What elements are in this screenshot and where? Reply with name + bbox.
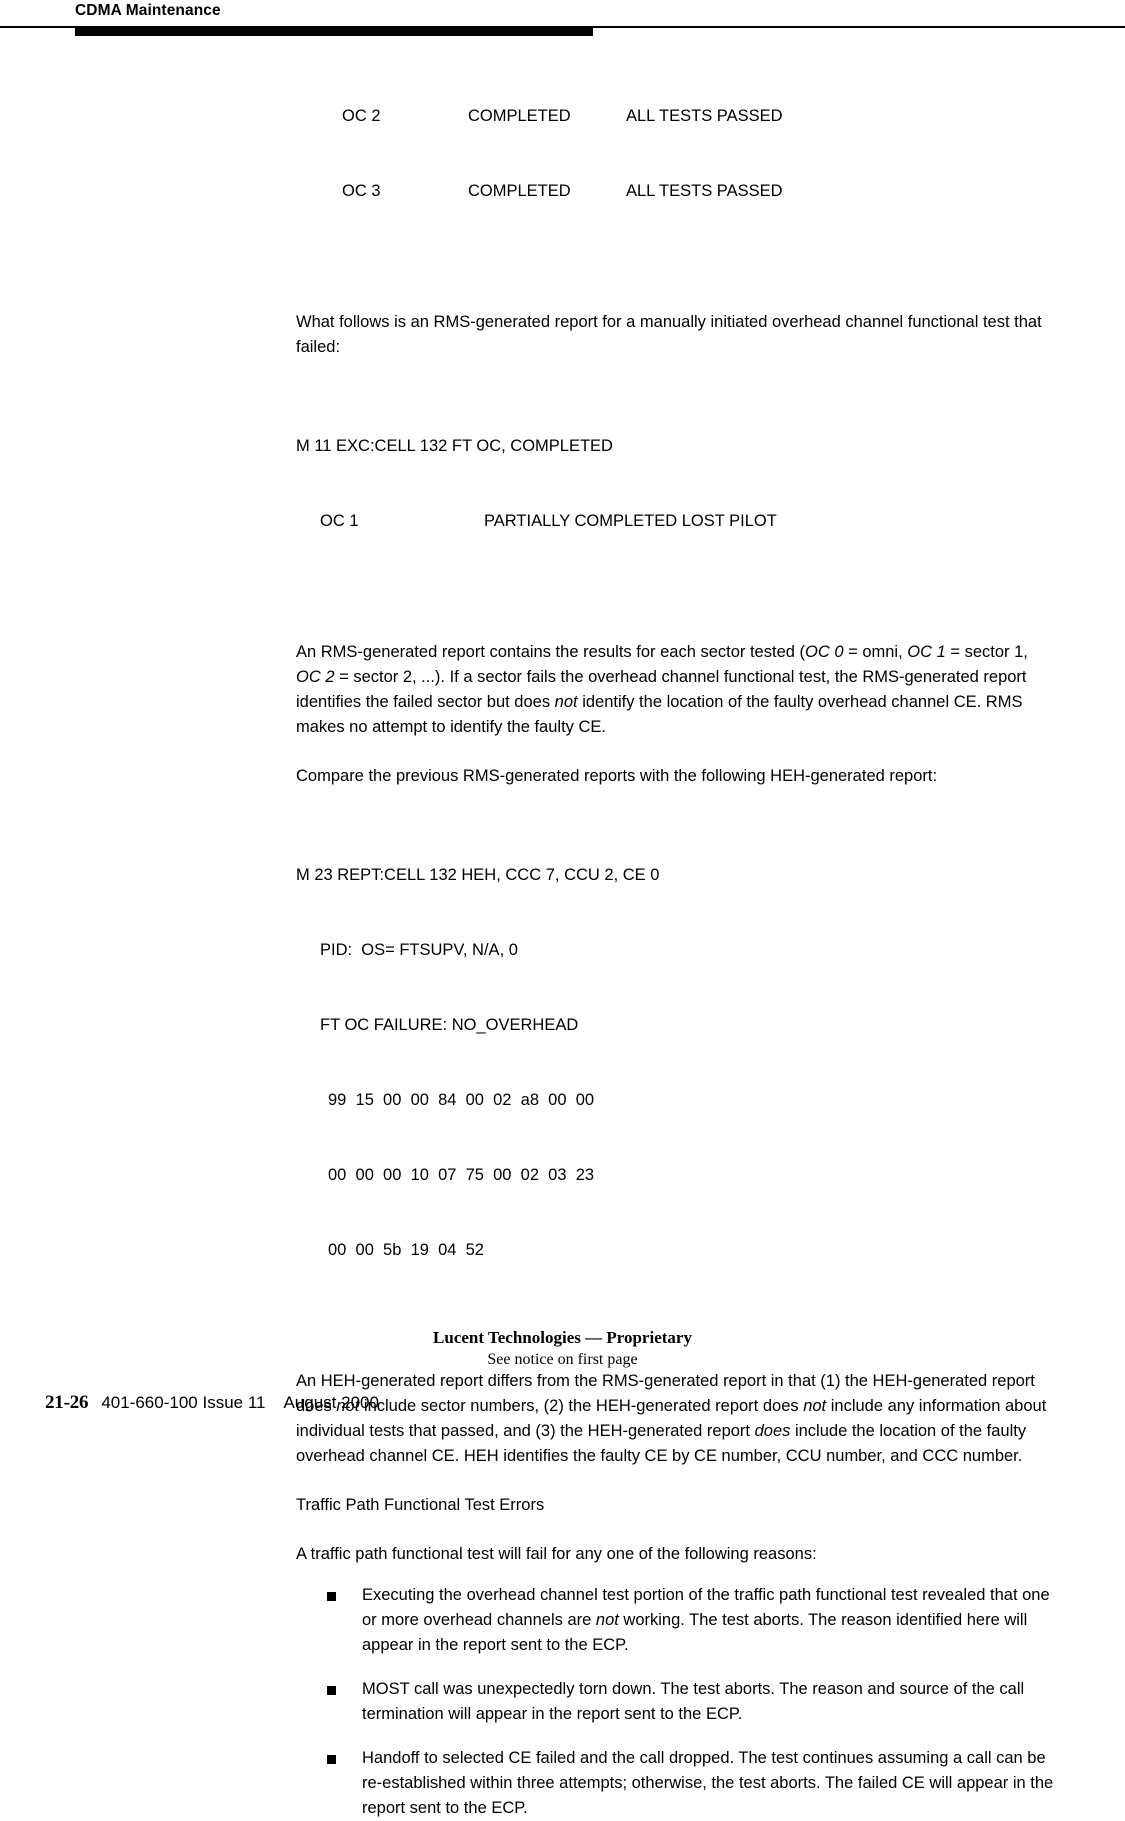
- rms-report-row: OC 1 PARTIALLY COMPLETED LOST PILOT: [296, 509, 1056, 534]
- emphasis-not: not: [595, 1611, 619, 1629]
- heh-report-hex-row: 99 15 00 00 84 00 02 a8 00 00: [328, 1091, 595, 1109]
- heh-report-failure-line: FT OC FAILURE: NO_OVERHEAD: [320, 1016, 579, 1034]
- compare-paragraph: Compare the previous RMS-generated repor…: [296, 767, 938, 785]
- document-id: 401-660-100 Issue 11: [101, 1393, 266, 1412]
- heh-report-block: M 23 REPT:CELL 132 HEH, CCC 7, CCU 2, CE…: [296, 813, 1056, 1313]
- list-item: Handoff to selected CE failed and the ca…: [296, 1746, 1056, 1821]
- vertical-spacer: [296, 740, 1056, 764]
- emphasis-does: does: [754, 1422, 791, 1440]
- text-run: = sector 1,: [945, 643, 1028, 661]
- page-content: OC 2 COMPLETED ALL TESTS PASSED OC 3 COMPLE…: [296, 54, 1056, 1821]
- heh-report-hex-row: 00 00 5b 19 04 52: [328, 1241, 484, 1259]
- emphasis-oc1: OC 1: [907, 643, 946, 661]
- report-row: OC 3 COMPLETED ALL TESTS PASSED: [296, 179, 1056, 204]
- rms-report-header-line: M 11 EXC:CELL 132 FT OC, COMPLETED: [296, 437, 613, 455]
- footer-proprietary-notice: Lucent Technologies — Proprietary: [433, 1328, 692, 1347]
- rms-report-block: M 11 EXC:CELL 132 FT OC, COMPLETED OC 1 P…: [296, 384, 1056, 584]
- sector-explanation-paragraph: An RMS-generated report contains the res…: [296, 640, 1056, 740]
- rms-report-row-status: PARTIALLY COMPLETED LOST PILOT: [484, 512, 777, 530]
- list-item: MOST call was unexpectedly torn down. Th…: [296, 1677, 1056, 1727]
- report-block-continuation: OC 2 COMPLETED ALL TESTS PASSED OC 3 COMPLE…: [296, 54, 1056, 254]
- rms-report-row-label: OC 1: [320, 512, 359, 530]
- header-accent-bar: [75, 27, 593, 36]
- square-bullet-icon: [327, 1686, 336, 1695]
- vertical-spacer: [296, 1518, 1056, 1542]
- vertical-spacer: [296, 1469, 1056, 1493]
- failure-reasons-list: Executing the overhead channel test port…: [296, 1583, 1056, 1821]
- emphasis-not: not: [554, 693, 578, 711]
- intro-paragraph: What follows is an RMS-generated report …: [296, 313, 1042, 356]
- square-bullet-icon: [327, 1755, 336, 1764]
- vertical-spacer: [296, 789, 1056, 813]
- emphasis-oc2: OC 2: [296, 668, 335, 686]
- reasons-intro-paragraph: A traffic path functional test will fail…: [296, 1545, 817, 1563]
- text-run: Handoff to selected CE failed and the ca…: [362, 1749, 1054, 1817]
- vertical-spacer: [296, 1567, 1056, 1583]
- report-row-label: OC 2: [342, 107, 381, 125]
- differences-paragraph: An HEH-generated report differs from the…: [296, 1369, 1056, 1469]
- heh-report-hex-row: 00 00 00 10 07 75 00 02 03 23: [328, 1166, 595, 1184]
- list-item: Executing the overhead channel test port…: [296, 1583, 1056, 1658]
- text-run: MOST call was unexpectedly torn down. Th…: [362, 1680, 1025, 1723]
- report-row-label: OC 3: [342, 182, 381, 200]
- page-number: 21-26: [45, 1392, 89, 1413]
- text-run: include sector numbers, (2) the HEH-gene…: [359, 1397, 804, 1415]
- vertical-spacer: [296, 584, 1056, 640]
- square-bullet-icon: [327, 1592, 336, 1601]
- page-header: CDMA Maintenance: [0, 0, 1125, 40]
- page-footer: Lucent Technologies — Proprietary See no…: [0, 1327, 1125, 1413]
- vertical-spacer: [296, 360, 1056, 384]
- emphasis-oc0: OC 0: [805, 643, 844, 661]
- running-header-title: CDMA Maintenance: [75, 2, 221, 19]
- publication-date: August 2000: [283, 1393, 379, 1412]
- footer-identification-row: 21-26 401-660-100 Issue 11 August 2000: [45, 1392, 379, 1414]
- emphasis-not: not: [803, 1397, 827, 1415]
- report-row-status: COMPLETED: [468, 182, 571, 200]
- text-run: An RMS-generated report contains the res…: [296, 643, 806, 661]
- report-row: OC 2 COMPLETED ALL TESTS PASSED: [296, 104, 1056, 129]
- report-row-result: ALL TESTS PASSED: [626, 182, 783, 200]
- heh-report-header-line: M 23 REPT:CELL 132 HEH, CCC 7, CCU 2, CE…: [296, 866, 660, 884]
- section-heading: Traffic Path Functional Test Errors: [296, 1496, 545, 1514]
- report-row-status: COMPLETED: [468, 107, 571, 125]
- heh-report-pid-line: PID: OS= FTSUPV, N/A, 0: [320, 941, 518, 959]
- text-run: = omni,: [843, 643, 908, 661]
- report-row-result: ALL TESTS PASSED: [626, 107, 783, 125]
- footer-see-notice: See notice on first page: [487, 1351, 638, 1368]
- vertical-spacer: [296, 254, 1056, 310]
